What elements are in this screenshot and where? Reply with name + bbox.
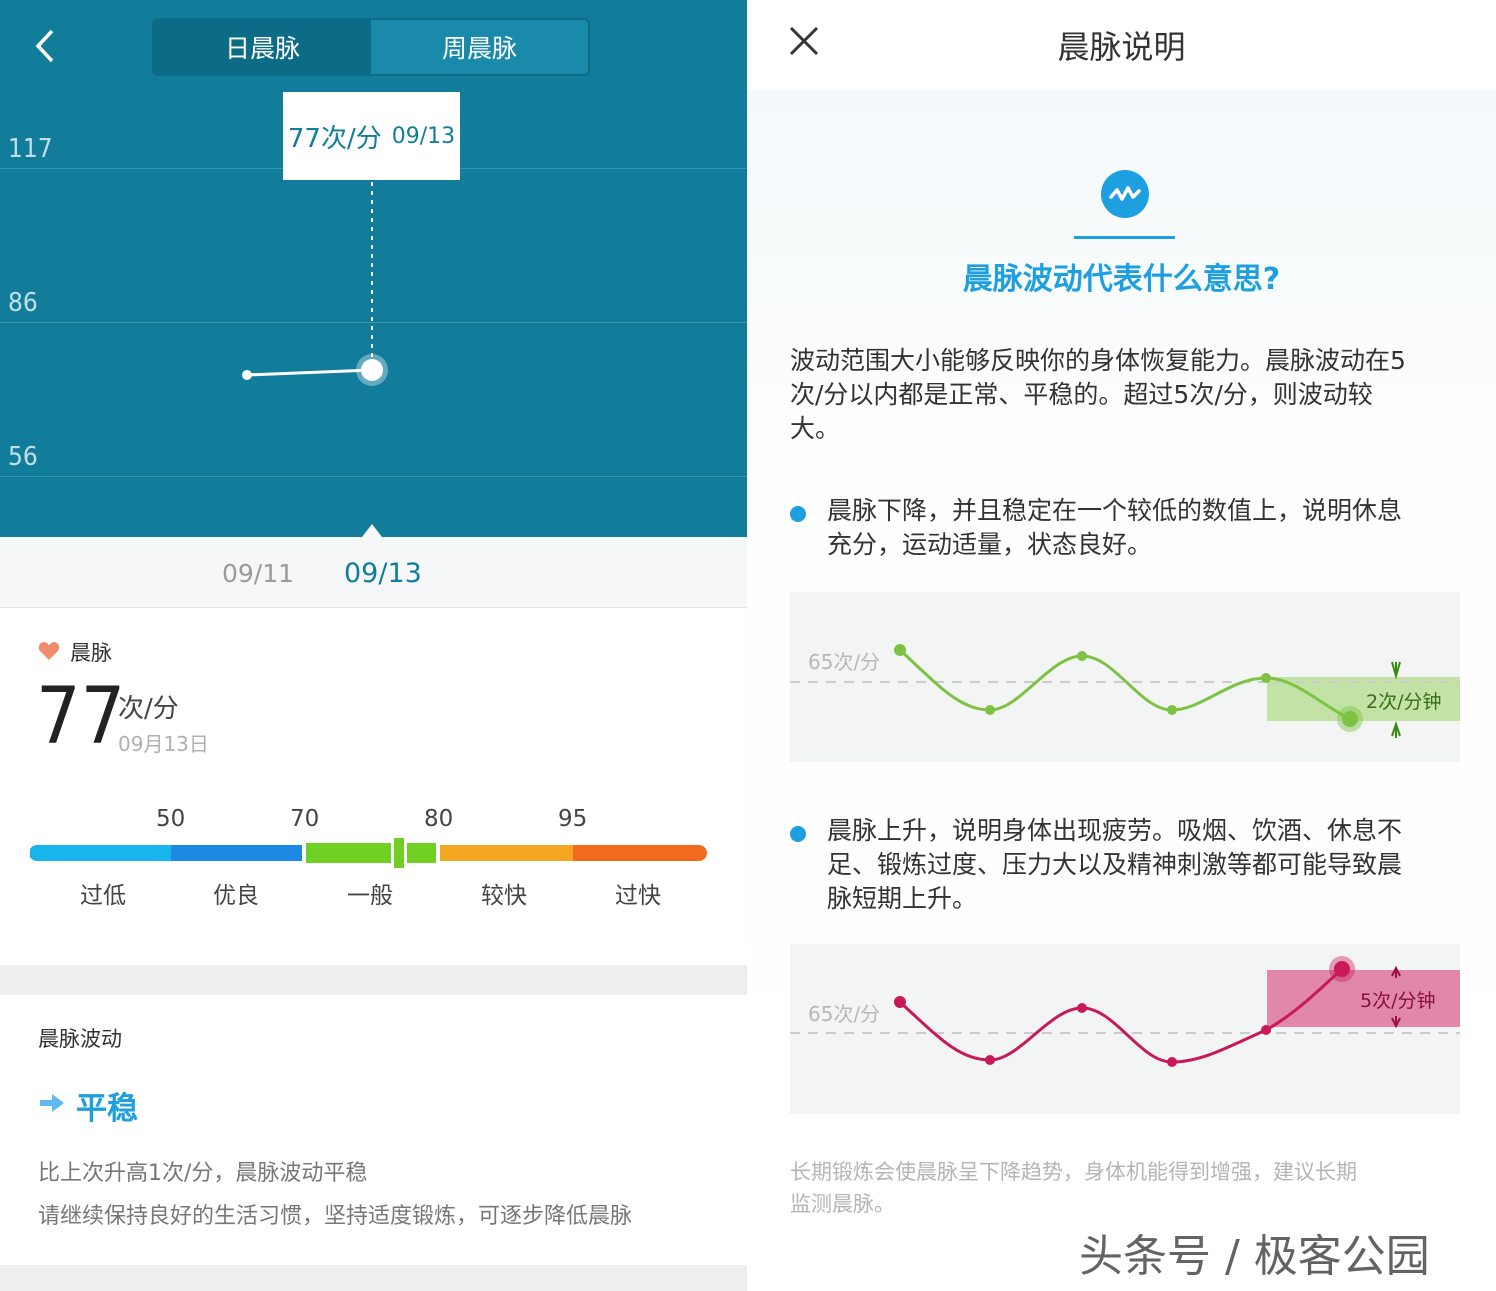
explanation-body: 晨脉波动代表什么意思? 波动范围大小能够反映你的身体恢复能力。晨脉波动在5 次/… bbox=[747, 90, 1496, 1291]
threshold-label: 95 bbox=[558, 806, 588, 832]
section-divider bbox=[0, 965, 747, 995]
back-button[interactable] bbox=[30, 26, 66, 66]
title-underline bbox=[1074, 236, 1175, 239]
rise-curve-svg bbox=[790, 956, 1460, 1067]
current-value-marker bbox=[394, 838, 404, 868]
footer-line: 长期锻炼会使晨脉呈下降趋势，身体机能得到增强，建议长期 bbox=[790, 1160, 1357, 1184]
pulse-summary-card: 晨脉 77 次/分 09月13日 50 70 80 95 过低 优良 一般 较快… bbox=[0, 608, 747, 965]
range-label: 5次/分钟 bbox=[1360, 990, 1436, 1012]
category-label: 较快 bbox=[481, 883, 527, 909]
range-segment-fast bbox=[440, 845, 573, 861]
page-title: 晨脉说明 bbox=[1057, 28, 1186, 66]
fluctuation-desc-1: 比上次升高1次/分，晨脉波动平稳 bbox=[38, 1161, 368, 1186]
curve-end-point bbox=[1334, 961, 1350, 977]
curve-point bbox=[1077, 651, 1087, 661]
fluctuation-desc-2: 请继续保持良好的生活习惯，坚持适度锻炼，可逐步降低晨脉 bbox=[38, 1204, 633, 1229]
daily-pulse-chart: 117 86 56 日晨脉 周晨脉 77次/分 09/13 bbox=[0, 0, 747, 537]
chevron-left-icon bbox=[35, 29, 54, 63]
watermark: 头条号 / 极客公园 bbox=[1079, 1231, 1430, 1282]
intro-paragraph: 波动范围大小能够反映你的身体恢复能力。晨脉波动在5 次/分以内都是正常、平稳的。… bbox=[790, 344, 1406, 446]
curve-point bbox=[1167, 705, 1177, 715]
range-label: 2次/分钟 bbox=[1366, 691, 1442, 713]
date-axis: 09/11 09/13 bbox=[0, 537, 747, 608]
bullet-paragraph-2: 晨脉上升，说明身体出现疲劳。吸烟、饮酒、休息不 足、锻炼过度、压力大以及精神刺激… bbox=[827, 814, 1402, 916]
threshold-label: 70 bbox=[290, 806, 320, 832]
pulse-date: 09月13日 bbox=[118, 732, 209, 756]
curve-end-point bbox=[1342, 711, 1358, 727]
wave-icon bbox=[1101, 170, 1149, 218]
decline-curve-svg bbox=[790, 644, 1460, 738]
footer-note: 长期锻炼会使晨脉呈下降趋势，身体机能得到增强，建议长期 监测晨脉。 bbox=[790, 1156, 1357, 1220]
footer-line: 监测晨脉。 bbox=[790, 1192, 895, 1216]
category-label: 一般 bbox=[347, 883, 393, 909]
selected-pointer bbox=[362, 524, 382, 537]
baseline-label: 65次/分 bbox=[808, 650, 881, 674]
arrow-right-icon bbox=[40, 1094, 64, 1112]
pulse-line-svg bbox=[242, 182, 388, 537]
threshold-label: 80 bbox=[424, 806, 454, 832]
intro-line: 大。 bbox=[790, 414, 841, 443]
curve-point bbox=[1261, 673, 1271, 683]
intro-line: 次/分以内都是正常、平稳的。超过5次/分，则波动较 bbox=[790, 380, 1373, 409]
right-header: 晨脉说明 bbox=[747, 0, 1496, 90]
tooltip-value: 77次/分 bbox=[287, 123, 382, 154]
date-label-selected[interactable]: 09/13 bbox=[344, 558, 422, 589]
curve-point bbox=[985, 705, 995, 715]
date-label[interactable]: 09/11 bbox=[222, 559, 294, 588]
threshold-label: 50 bbox=[156, 806, 186, 832]
curve-point bbox=[1261, 1025, 1271, 1035]
bullet-line: 晨脉上升，说明身体出现疲劳。吸烟、饮酒、休息不 bbox=[827, 816, 1403, 845]
series-line bbox=[246, 368, 373, 377]
data-point-0913[interactable] bbox=[361, 359, 383, 381]
category-label: 过快 bbox=[615, 883, 661, 909]
range-segment-too-fast bbox=[573, 845, 699, 861]
baseline-label: 65次/分 bbox=[808, 1002, 881, 1026]
left-panel: 117 86 56 日晨脉 周晨脉 77次/分 09/13 09/11 09/1… bbox=[0, 0, 747, 1291]
bullet-line: 充分，运动适量，状态良好。 bbox=[827, 530, 1153, 559]
bullet-line: 晨脉下降，并且稳定在一个较低的数值上，说明休息 bbox=[827, 496, 1403, 525]
question-heading: 晨脉波动代表什么意思? bbox=[962, 262, 1281, 297]
chart-tooltip: 77次/分 09/13 bbox=[283, 92, 460, 180]
intro-line: 波动范围大小能够反映你的身体恢复能力。晨脉波动在5 bbox=[790, 346, 1406, 375]
data-point-0911[interactable] bbox=[242, 370, 252, 380]
curve-point bbox=[1077, 1003, 1087, 1013]
bullet-line: 足、锻炼过度、压力大以及精神刺激等都可能导致晨 bbox=[827, 850, 1403, 879]
curve-point bbox=[1167, 1057, 1177, 1067]
example-chart-rise: 65次/分 5次/分钟 bbox=[790, 944, 1460, 1114]
fluctuation-card: 晨脉波动 平稳 比上次升高1次/分，晨脉波动平稳 请继续保持良好的生活习惯，坚持… bbox=[0, 995, 747, 1265]
fluctuation-title: 晨脉波动 bbox=[38, 1027, 122, 1051]
category-label: 优良 bbox=[213, 883, 259, 909]
range-segment-good bbox=[171, 845, 302, 861]
pulse-unit: 次/分 bbox=[118, 694, 179, 724]
bullet-paragraph-1: 晨脉下降，并且稳定在一个较低的数值上，说明休息 充分，运动适量，状态良好。 bbox=[827, 494, 1402, 562]
period-tabs: 日晨脉 周晨脉 bbox=[152, 18, 590, 76]
example-chart-decline: 65次/分 2次/分钟 bbox=[790, 592, 1460, 762]
curve-point bbox=[894, 996, 906, 1008]
right-panel: 晨脉说明 晨脉波动代表什么意思? 波动范围大小能够反映你的身体恢复能力。晨脉波动… bbox=[747, 0, 1496, 1291]
bullet-dot bbox=[790, 826, 806, 842]
range-segment-low bbox=[37, 845, 171, 861]
tooltip-date: 09/13 bbox=[391, 123, 456, 149]
bullet-line: 脉短期上升。 bbox=[827, 884, 978, 913]
tab-weekly-pulse[interactable]: 周晨脉 bbox=[371, 20, 588, 74]
section-divider bbox=[0, 1265, 747, 1291]
range-segment-normal bbox=[306, 843, 436, 863]
range-segment-cap bbox=[691, 845, 707, 861]
pulse-label: 晨脉 bbox=[70, 641, 112, 665]
curve-point bbox=[985, 1055, 995, 1065]
bullet-dot bbox=[790, 506, 806, 522]
fluctuation-status: 平稳 bbox=[76, 1091, 138, 1127]
pulse-value: 77 bbox=[36, 672, 126, 762]
heart-icon bbox=[38, 642, 60, 660]
curve-point bbox=[894, 644, 906, 656]
tab-daily-pulse[interactable]: 日晨脉 bbox=[154, 20, 371, 74]
category-label: 过低 bbox=[80, 883, 126, 909]
